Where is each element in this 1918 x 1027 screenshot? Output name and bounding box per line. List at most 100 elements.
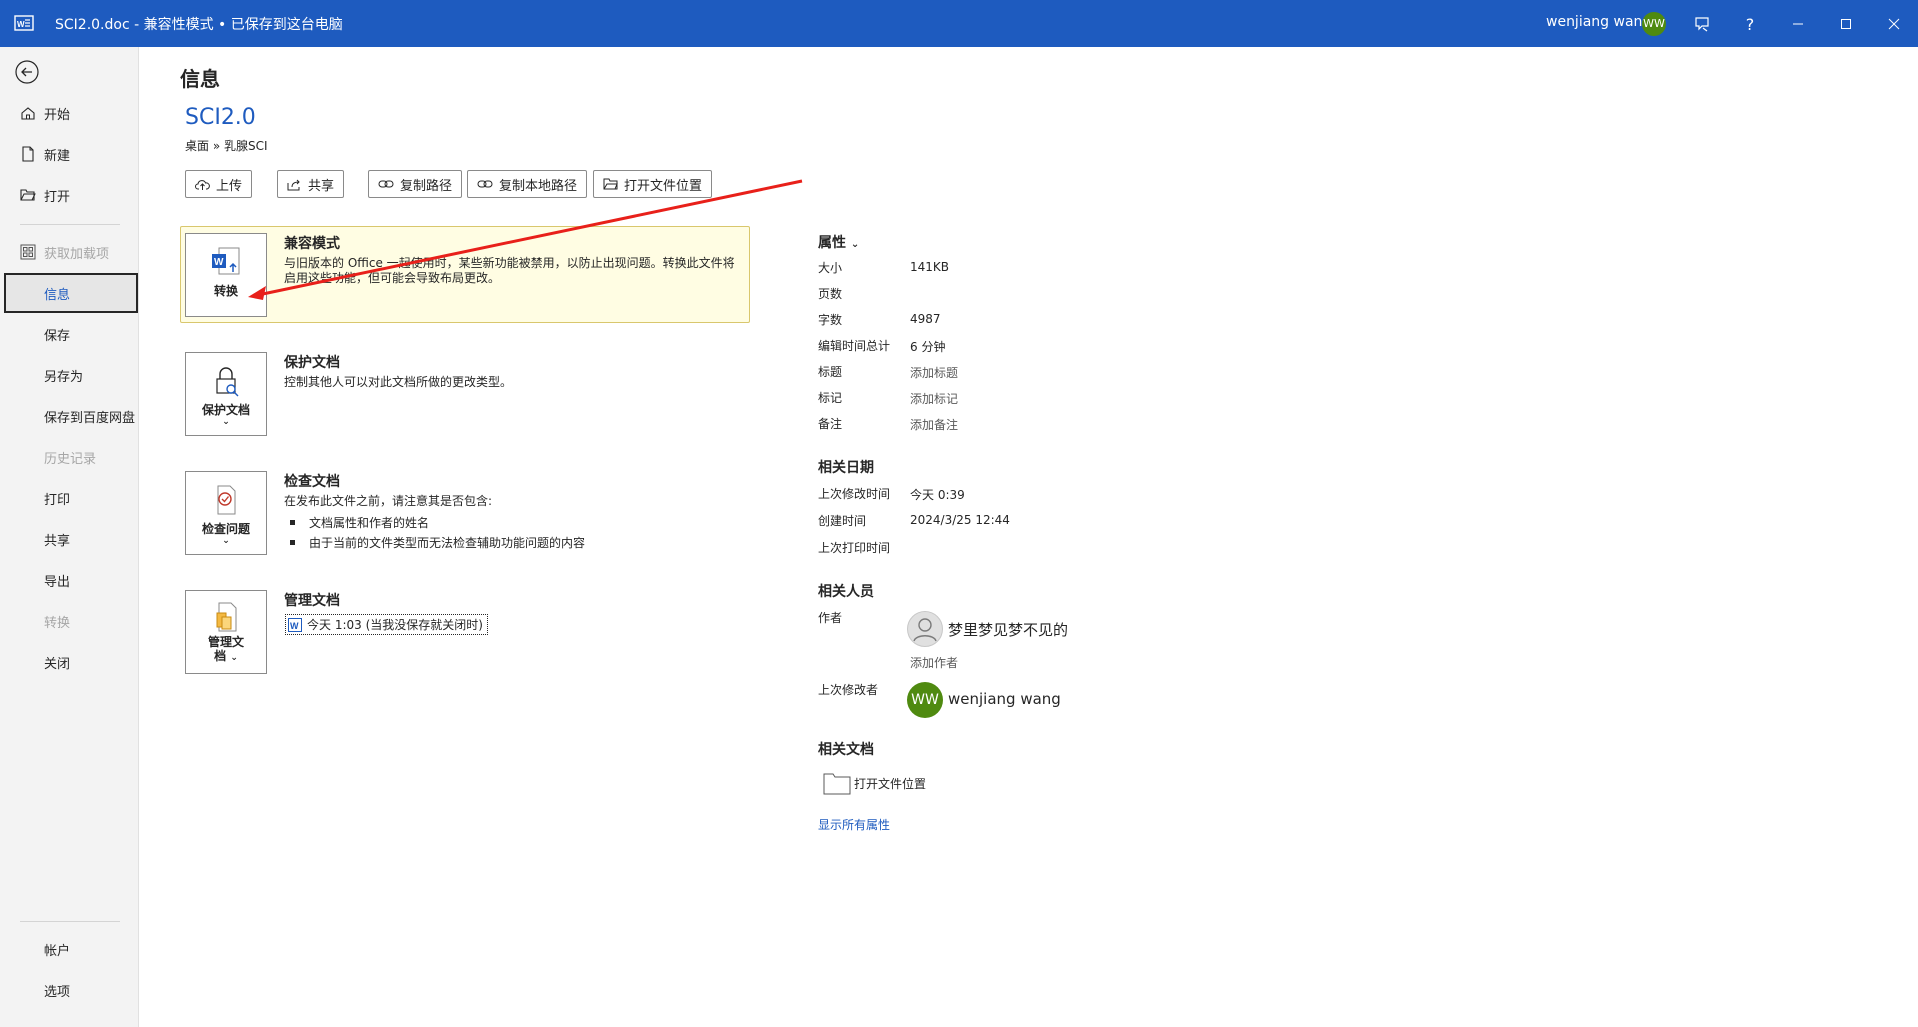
upload-button[interactable]: 上传 xyxy=(185,170,253,198)
protect-document-button[interactable]: 保护文档 ⌄ xyxy=(185,352,267,436)
nav-item-home[interactable]: 开始 xyxy=(0,93,139,133)
nav-item-new[interactable]: 新建 xyxy=(0,134,139,174)
manage-document-button-label-2: 档 xyxy=(214,649,227,663)
prop-label-last-modified: 上次修改时间 xyxy=(818,487,891,501)
nav-item-history[interactable]: 历史记录 xyxy=(0,437,139,477)
document-title: SCI2.0.doc - 兼容性模式 • 已保存到这台电脑 xyxy=(55,17,343,33)
copy-local-path-button[interactable]: 复制本地路径 xyxy=(467,170,588,198)
nav-item-label: 新建 xyxy=(44,148,71,164)
word-app-icon[interactable]: W xyxy=(14,13,34,33)
inspect-bullet: 文档属性和作者的姓名 xyxy=(290,514,429,531)
related-dates-heading: 相关日期 xyxy=(818,460,874,476)
close-icon[interactable] xyxy=(1878,8,1910,40)
prop-label-last-modified-by: 上次修改者 xyxy=(818,683,879,697)
author-avatar[interactable] xyxy=(907,611,943,647)
page-title: 信息 xyxy=(180,67,220,91)
nav-item-label: 打开 xyxy=(44,189,71,205)
nav-item-save-as[interactable]: 另存为 xyxy=(0,355,139,395)
backstage-nav: 开始 新建 打开 获取加载项 信息 保存 另存为 保存到百度网盘 历史记录 打印… xyxy=(0,47,139,1027)
home-icon xyxy=(21,107,35,120)
add-comments-field[interactable]: 添加备注 xyxy=(910,416,958,433)
nav-item-share[interactable]: 共享 xyxy=(0,519,139,559)
nav-divider xyxy=(20,921,120,922)
maximize-icon[interactable] xyxy=(1830,8,1862,40)
manage-document-button[interactable]: 管理文 档 ⌄ xyxy=(185,590,267,674)
nav-item-account[interactable]: 帐户 xyxy=(0,929,139,969)
protect-document-button-label: 保护文档 xyxy=(201,403,250,417)
nav-divider xyxy=(20,224,120,225)
compat-title: 兼容模式 xyxy=(284,236,340,252)
manage-title: 管理文档 xyxy=(284,593,340,609)
link-icon xyxy=(477,180,493,188)
manage-document-button-label: 管理文 xyxy=(207,635,244,649)
nav-item-label: 转换 xyxy=(44,615,71,631)
open-folder-icon xyxy=(20,189,36,201)
chevron-down-icon: ⌄ xyxy=(222,536,230,546)
show-all-properties-link[interactable]: 显示所有属性 xyxy=(818,816,890,833)
nav-item-info[interactable]: 信息 xyxy=(4,273,138,313)
word-convert-icon: W xyxy=(212,247,240,275)
nav-item-label: 共享 xyxy=(44,533,71,549)
share-button[interactable]: 共享 xyxy=(277,170,345,198)
nav-item-label: 选项 xyxy=(44,984,71,1000)
upload-cloud-icon xyxy=(195,179,210,190)
nav-item-export[interactable]: 导出 xyxy=(0,560,139,600)
nav-item-options[interactable]: 选项 xyxy=(0,970,139,1010)
folder-icon xyxy=(823,773,851,795)
copy-path-button[interactable]: 复制路径 xyxy=(368,170,463,198)
nav-item-label: 导出 xyxy=(44,574,71,590)
nav-item-save[interactable]: 保存 xyxy=(0,314,139,354)
breadcrumb[interactable]: 桌面 » 乳腺SCI xyxy=(185,137,268,154)
add-author-field[interactable]: 添加作者 xyxy=(910,654,958,671)
nav-item-close[interactable]: 关闭 xyxy=(0,642,139,682)
convert-button[interactable]: W 转换 xyxy=(185,233,267,317)
properties-dropdown[interactable]: 属性 ⌄ xyxy=(818,232,859,252)
info-pane: 信息 SCI2.0 桌面 » 乳腺SCI 上传 共享 复制路径 复制本地路径 打… xyxy=(140,47,1918,1027)
manage-document-icon xyxy=(216,602,237,632)
autosave-version-item[interactable]: W 今天 1:03 (当我没保存就关闭时) xyxy=(285,614,488,635)
open-file-location-link[interactable]: 打开文件位置 xyxy=(823,771,926,795)
convert-button-label: 转换 xyxy=(213,284,238,298)
coauthor-icon[interactable] xyxy=(1686,8,1718,40)
properties-heading: 属性 xyxy=(818,235,846,251)
inspect-title: 检查文档 xyxy=(284,474,340,490)
check-issues-button[interactable]: 检查问题 ⌄ xyxy=(185,471,267,555)
copy-local-path-button-label: 复制本地路径 xyxy=(499,178,578,194)
nav-item-label: 关闭 xyxy=(44,656,71,672)
nav-item-save-baidu[interactable]: 保存到百度网盘 xyxy=(0,396,139,436)
protect-title: 保护文档 xyxy=(284,355,340,371)
add-title-field[interactable]: 添加标题 xyxy=(910,364,958,381)
upload-button-label: 上传 xyxy=(216,178,243,194)
author-name[interactable]: 梦里梦见梦不见的 xyxy=(948,619,1068,640)
share-icon xyxy=(287,179,300,190)
open-file-location-button[interactable]: 打开文件位置 xyxy=(593,170,713,198)
prop-label-comments: 备注 xyxy=(818,417,843,431)
help-icon[interactable]: ? xyxy=(1734,8,1766,40)
user-name[interactable]: wenjiang wang xyxy=(1546,14,1651,30)
related-people-heading: 相关人员 xyxy=(818,584,874,600)
share-button-label: 共享 xyxy=(308,178,335,194)
last-modified-by-name[interactable]: wenjiang wang xyxy=(948,690,1061,708)
prop-value-size: 141KB xyxy=(910,260,950,274)
back-arrow-icon[interactable] xyxy=(14,59,40,85)
copy-path-button-label: 复制路径 xyxy=(400,178,453,194)
prop-value-words: 4987 xyxy=(910,312,941,326)
minimize-icon[interactable] xyxy=(1782,8,1814,40)
nav-item-transform[interactable]: 转换 xyxy=(0,601,139,641)
inspect-bullet: 由于当前的文件类型而无法检查辅助功能问题的内容 xyxy=(290,534,585,551)
user-avatar[interactable]: WW xyxy=(1642,12,1666,36)
nav-item-label: 帐户 xyxy=(44,943,71,959)
word-file-icon: W xyxy=(288,617,302,632)
addins-icon xyxy=(20,244,36,260)
prop-value-last-modified: 今天 0:39 xyxy=(910,488,965,502)
add-tags-field[interactable]: 添加标记 xyxy=(910,390,958,407)
nav-item-addins[interactable]: 获取加载项 xyxy=(0,232,139,272)
nav-item-open[interactable]: 打开 xyxy=(0,175,139,215)
folder-icon xyxy=(603,178,618,190)
autosave-version-label: 今天 1:03 (当我没保存就关闭时) xyxy=(307,618,483,632)
last-modified-by-avatar[interactable]: WW xyxy=(907,682,943,718)
document-name: SCI2.0 xyxy=(185,105,256,130)
nav-item-label: 历史记录 xyxy=(44,451,97,467)
nav-item-label: 信息 xyxy=(44,287,71,303)
nav-item-print[interactable]: 打印 xyxy=(0,478,139,518)
